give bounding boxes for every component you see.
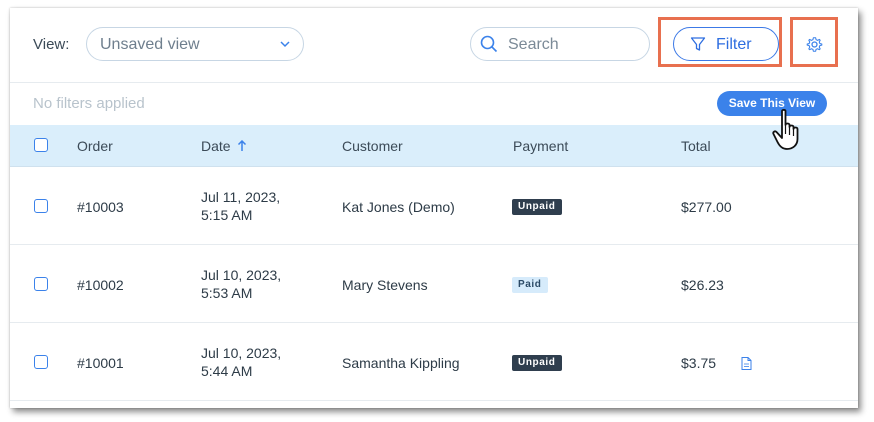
order-date: Jul 11, 2023, 5:15 AM xyxy=(201,188,280,224)
payment-status-badge: Paid xyxy=(512,277,548,293)
column-header-date[interactable]: Date xyxy=(201,138,247,154)
customer-name: Mary Stevens xyxy=(342,277,428,293)
column-header-customer[interactable]: Customer xyxy=(342,138,403,154)
hand-cursor-icon xyxy=(772,108,799,150)
filter-button[interactable]: Filter xyxy=(673,27,779,61)
view-select-value: Unsaved view xyxy=(100,36,200,53)
column-header-total[interactable]: Total xyxy=(681,138,711,154)
order-date: Jul 10, 2023, 5:53 AM xyxy=(201,266,281,302)
order-number: #10002 xyxy=(77,277,124,293)
filter-button-label: Filter xyxy=(716,36,752,53)
customer-name: Kat Jones (Demo) xyxy=(342,199,455,215)
order-date-line1: Jul 10, 2023, xyxy=(201,267,282,283)
chevron-down-icon xyxy=(280,41,290,48)
order-total: $277.00 xyxy=(681,199,732,215)
search-placeholder: Search xyxy=(508,36,559,53)
order-date-line1: Jul 11, 2023, xyxy=(201,189,281,205)
document-icon[interactable] xyxy=(741,357,752,370)
order-date-line2: 5:44 AM xyxy=(201,363,253,379)
table-row[interactable]: #10001 Jul 10, 2023, 5:44 AM Samantha Ki… xyxy=(10,323,858,401)
order-date: Jul 10, 2023, 5:44 AM xyxy=(201,344,281,380)
order-date-line2: 5:53 AM xyxy=(201,285,253,301)
gear-icon[interactable] xyxy=(806,36,823,53)
filter-status-text: No filters applied xyxy=(33,95,145,112)
row-checkbox[interactable] xyxy=(34,199,48,213)
order-total: $26.23 xyxy=(681,277,724,293)
payment-status-badge: Unpaid xyxy=(512,199,562,215)
order-number: #10001 xyxy=(77,355,124,371)
sort-up-arrow-icon xyxy=(237,140,246,151)
row-checkbox[interactable] xyxy=(34,355,48,369)
view-select[interactable]: Unsaved view xyxy=(86,27,304,61)
filter-icon xyxy=(690,37,706,51)
select-all-checkbox[interactable] xyxy=(34,138,48,152)
view-label: View: xyxy=(33,36,70,53)
toolbar: View: Unsaved view Search Filter xyxy=(10,8,858,83)
order-number: #10003 xyxy=(77,199,124,215)
order-date-line2: 5:15 AM xyxy=(201,207,253,223)
column-header-order[interactable]: Order xyxy=(77,138,113,154)
column-header-date-label: Date xyxy=(201,138,231,154)
orders-panel: View: Unsaved view Search Filter No filt… xyxy=(10,8,858,408)
table-header: Order Date Customer Payment Total xyxy=(10,125,858,167)
order-date-line1: Jul 10, 2023, xyxy=(201,345,282,361)
order-total: $3.75 xyxy=(681,355,717,371)
column-header-payment[interactable]: Payment xyxy=(513,138,568,154)
row-checkbox[interactable] xyxy=(34,277,48,291)
payment-status-badge: Unpaid xyxy=(512,355,562,371)
table-row[interactable]: #10002 Jul 10, 2023, 5:53 AM Mary Steven… xyxy=(10,245,858,323)
search-input[interactable]: Search xyxy=(470,27,650,61)
customer-name: Samantha Kippling xyxy=(342,355,460,371)
table-row[interactable]: #10003 Jul 11, 2023, 5:15 AM Kat Jones (… xyxy=(10,167,858,245)
search-icon xyxy=(480,35,498,53)
